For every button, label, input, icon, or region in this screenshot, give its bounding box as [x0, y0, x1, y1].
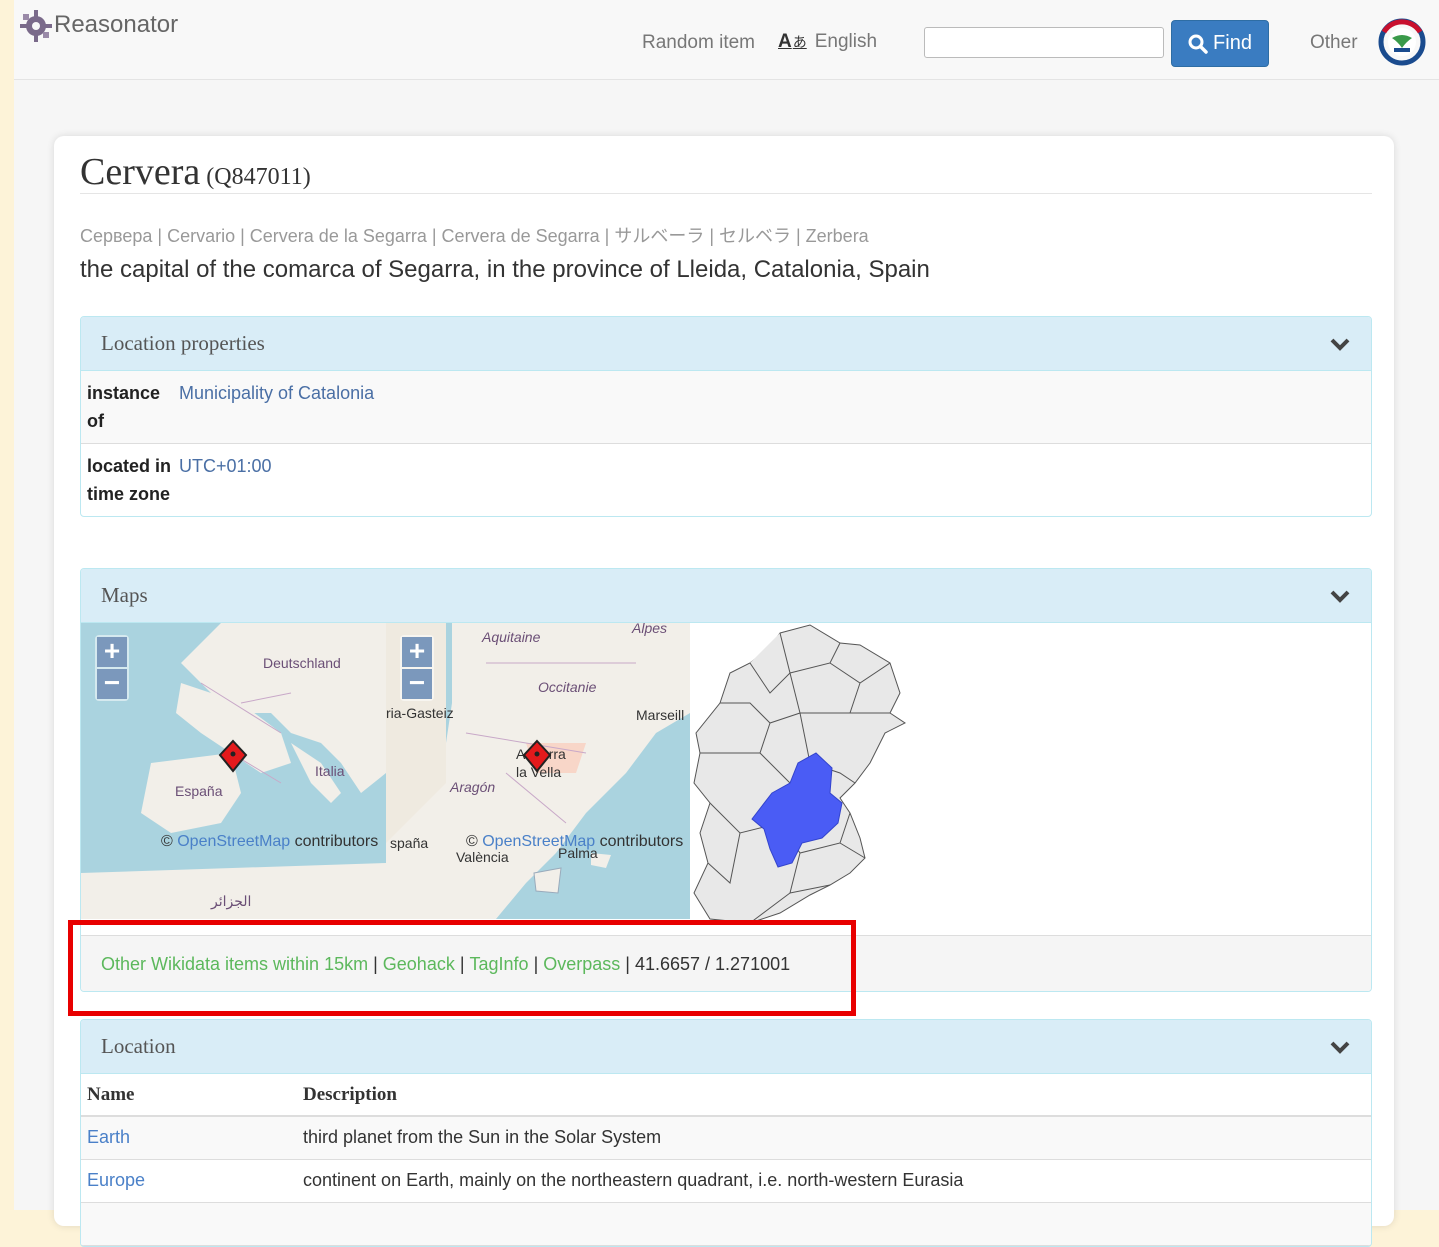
property-key: instance of [87, 383, 161, 431]
chevron-down-icon[interactable] [1329, 1040, 1351, 1054]
map-label: Aquitaine [482, 629, 541, 645]
item-qid: (Q847011) [206, 164, 311, 190]
panel-heading-location[interactable]: Location [81, 1020, 1371, 1074]
chevron-down-icon[interactable] [1329, 589, 1351, 603]
map-label: España [175, 783, 223, 799]
location-name-link[interactable]: Earth [81, 1116, 297, 1160]
location-properties-panel: Location properties instance of Municipa… [80, 316, 1372, 517]
property-row: instance of Municipality of Catalonia [81, 371, 1371, 444]
map-label: الجزائر [211, 893, 252, 909]
language-icon: Aあ [778, 31, 807, 52]
map-label: spaña [390, 835, 429, 851]
map-label: Aragón [450, 779, 496, 795]
wikimedia-logo-icon[interactable] [1378, 18, 1426, 66]
property-row: located in time zone UTC+01:00 [81, 444, 1371, 516]
panel-heading-location-properties[interactable]: Location properties [81, 317, 1371, 371]
search-icon [1188, 34, 1208, 54]
map-label: Alpes [632, 623, 668, 636]
other-menu[interactable]: Other [1310, 32, 1358, 54]
zoom-in-button[interactable]: + [97, 637, 127, 667]
map-label: ria-Gasteiz [386, 705, 454, 721]
item-aliases: Серверa | Cervario | Cervera de la Segar… [80, 226, 869, 246]
navbar: Reasonator Random item Aあ English Find O… [14, 0, 1439, 80]
column-header: Name [81, 1074, 297, 1117]
chevron-down-icon[interactable] [1329, 337, 1351, 351]
map-attribution: © OpenStreetMap contributors [161, 833, 379, 850]
location-description: continent on Earth, mainly on the northe… [297, 1159, 1371, 1203]
random-item-link[interactable]: Random item [642, 32, 755, 54]
panel-heading-maps[interactable]: Maps [81, 569, 1371, 623]
item-description: the capital of the comarca of Segarra, i… [80, 256, 930, 283]
europe-map[interactable]: Deutschland Italia España الجزائر + − © … [81, 623, 386, 919]
app-frame: Reasonator Random item Aあ English Find O… [14, 0, 1439, 1247]
map-label: Occitanie [538, 679, 597, 695]
property-value-link[interactable]: Municipality of Catalonia [179, 379, 374, 435]
panel-title: Maps [101, 583, 148, 607]
zoom-controls: + − [95, 635, 129, 701]
zoom-controls: + − [400, 635, 434, 701]
segarra-region-map[interactable] [690, 623, 920, 923]
column-header: Description [297, 1074, 1371, 1117]
zoom-in-button[interactable]: + [402, 637, 432, 667]
map-label: Marseill [636, 707, 685, 723]
panel-title: Location properties [101, 331, 265, 355]
property-key: located in time zone [87, 456, 172, 504]
property-value-link[interactable]: UTC+01:00 [179, 452, 272, 508]
find-button[interactable]: Find [1171, 20, 1269, 67]
brand[interactable]: Reasonator [20, 8, 178, 42]
gear-icon [20, 10, 52, 42]
map-label: Italia [315, 763, 345, 779]
language-selector[interactable]: Aあ English [778, 31, 877, 53]
item-card: Cervera (Q847011) Серверa | Cervario | Ce… [54, 136, 1394, 1247]
item-title: Cervera [80, 151, 201, 193]
table-row [81, 1202, 1371, 1246]
location-table: Name Description Earth third planet from… [81, 1074, 1371, 1246]
map-marker-icon[interactable] [218, 739, 248, 773]
table-row: Earth third planet from the Sun in the S… [81, 1116, 1371, 1160]
panel-title: Location [101, 1034, 176, 1058]
map-marker-icon[interactable] [522, 739, 552, 773]
location-panel: Location Name Description Earth third pl… [80, 1019, 1372, 1247]
zoom-out-button[interactable]: − [97, 669, 127, 699]
language-label: English [814, 31, 878, 52]
find-label: Find [1213, 32, 1252, 54]
location-description: third planet from the Sun in the Solar S… [297, 1116, 1371, 1160]
page-title: Cervera (Q847011) [80, 150, 1372, 194]
map-label: Deutschland [263, 655, 341, 671]
map-attribution: © OpenStreetMap contributors [466, 833, 684, 850]
location-name-link[interactable]: Europe [81, 1159, 297, 1203]
map-label: València [456, 849, 509, 865]
region-map[interactable]: Aquitaine Occitanie Alpes Marseill ria-G… [386, 623, 690, 919]
brand-name: Reasonator [54, 11, 179, 38]
highlight-annotation [68, 920, 856, 1016]
table-row: Europe continent on Earth, mainly on the… [81, 1159, 1371, 1203]
search-input[interactable] [924, 27, 1164, 58]
zoom-out-button[interactable]: − [402, 669, 432, 699]
openstreetmap-link[interactable]: OpenStreetMap [482, 833, 595, 850]
maps-body: Deutschland Italia España الجزائر + − © … [81, 623, 1371, 991]
openstreetmap-link[interactable]: OpenStreetMap [177, 833, 290, 850]
